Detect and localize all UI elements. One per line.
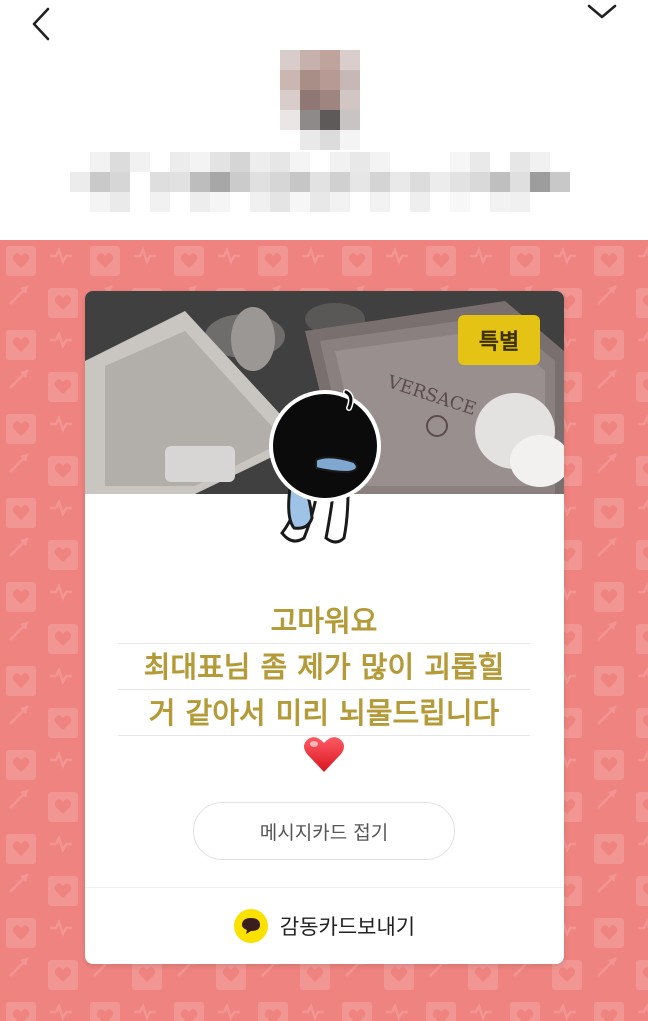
message-line: 거 같아서 미리 뇌물드립니다 — [118, 690, 530, 736]
collapse-button[interactable] — [580, 0, 624, 24]
top-header — [0, 0, 648, 240]
message-line: 고마워요 — [118, 598, 530, 644]
message-line: 최대표님 좀 제가 많이 괴롭힐 — [118, 644, 530, 690]
kakaotalk-icon — [233, 909, 268, 943]
bowing-character-icon — [269, 389, 381, 544]
fold-message-card-button[interactable]: 메시지카드 접기 — [193, 802, 455, 860]
card-message: 고마워요 최대표님 좀 제가 많이 괴롭힐 거 같아서 미리 뇌물드립니다 — [118, 598, 530, 736]
back-button[interactable] — [22, 4, 62, 44]
red-heart-icon — [304, 737, 344, 772]
chevron-down-icon — [587, 4, 617, 19]
character-sticker — [264, 388, 388, 548]
special-badge: 특별 — [458, 315, 540, 365]
send-card-label: 감동카드보내기 — [279, 915, 416, 939]
sender-name — [60, 150, 600, 214]
speech-bubble-icon — [241, 918, 260, 934]
heart-emoji — [303, 734, 345, 774]
chevron-left-icon — [32, 7, 50, 41]
send-card-button[interactable]: 감동카드보내기 — [85, 888, 564, 964]
avatar — [280, 50, 360, 150]
